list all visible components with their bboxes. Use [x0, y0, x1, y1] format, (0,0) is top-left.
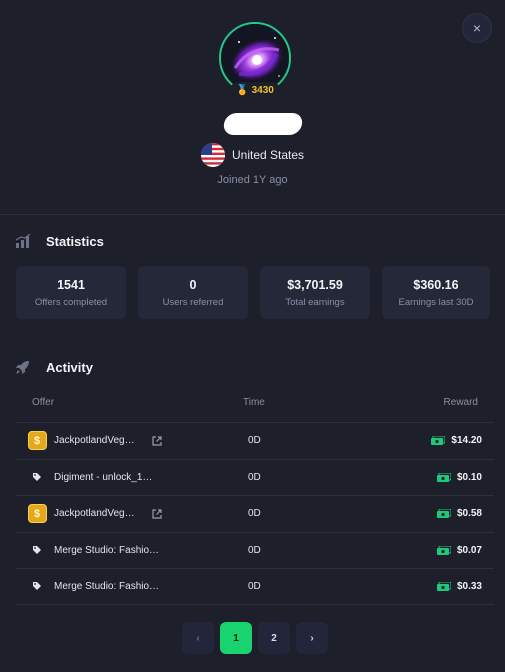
offer-name: Merge Studio: Fashio… — [54, 580, 160, 592]
stat-value: $3,701.59 — [287, 277, 343, 292]
reward-value: $0.10 — [456, 471, 482, 483]
offer-reward: $0.10 — [436, 471, 482, 483]
stats-row: 1541 Offers completed 0 Users referred $… — [16, 266, 490, 319]
offer-reward: $0.58 — [436, 508, 482, 520]
country: United States — [201, 143, 304, 167]
stat-earnings-30d: $360.16 Earnings last 30D — [382, 266, 490, 319]
cash-icon — [436, 472, 451, 482]
activity-title: Activity — [46, 359, 93, 375]
cash-icon — [431, 436, 446, 446]
divider — [0, 214, 505, 215]
coin-icon: $ — [27, 431, 47, 451]
offer-time: 0D — [248, 471, 261, 483]
stat-label: Users referred — [162, 296, 224, 308]
reward-value: $14.20 — [451, 435, 482, 447]
rocket-icon — [14, 359, 32, 375]
level-value: 3430 — [251, 84, 274, 96]
table-row[interactable]: Merge Studio: Fashio… 0D $0.33 — [16, 568, 494, 605]
table-row[interactable]: Digiment - unlock_1… 0D $0.10 — [16, 458, 494, 496]
stat-users-referred: 0 Users referred — [138, 266, 248, 319]
offer-time: 0D — [248, 544, 261, 556]
stat-value: $360.16 — [413, 277, 459, 292]
cash-icon — [436, 509, 451, 519]
offer-name: JackpotlandVeg… — [54, 508, 135, 520]
tag-icon — [27, 467, 47, 487]
username-redacted — [222, 113, 304, 135]
statistics-heading: Statistics — [14, 233, 104, 249]
activity-heading: Activity — [14, 359, 93, 375]
column-time: Time — [243, 397, 265, 408]
stat-value: 1541 — [57, 277, 85, 292]
external-link-icon[interactable] — [152, 509, 162, 519]
next-page-button[interactable]: › — [296, 622, 328, 654]
joined-date: Joined 1Y ago — [217, 174, 288, 186]
tag-icon — [27, 576, 47, 596]
cash-icon — [436, 581, 451, 591]
level-badge: 🏅 3430 — [230, 82, 280, 98]
offer-reward: $0.33 — [436, 580, 482, 592]
medal-icon: 🏅 — [236, 84, 249, 96]
us-flag-icon — [201, 143, 225, 167]
statistics-title: Statistics — [46, 233, 104, 249]
prev-page-button[interactable]: ‹ — [182, 622, 214, 654]
close-button[interactable]: × — [462, 13, 492, 43]
stat-label: Total earnings — [285, 296, 345, 308]
pagination: ‹ 1 2 › — [182, 622, 328, 654]
table-row[interactable]: $ JackpotlandVeg… 0D $14.20 — [16, 422, 494, 459]
table-row[interactable]: Merge Studio: Fashio… 0D $0.07 — [16, 531, 494, 569]
stat-total-earnings: $3,701.59 Total earnings — [260, 266, 370, 319]
table-row[interactable]: $ JackpotlandVeg… 0D $0.58 — [16, 495, 494, 532]
activity-table-header: Offer Time Reward — [16, 397, 494, 417]
external-link-icon[interactable] — [152, 436, 162, 446]
offer-time: 0D — [248, 435, 261, 447]
country-label: United States — [232, 148, 305, 162]
column-reward: Reward — [443, 397, 478, 408]
offer-reward: $14.20 — [431, 435, 482, 446]
reward-value: $0.33 — [456, 580, 482, 592]
coin-icon: $ — [27, 504, 47, 524]
offer-reward: $0.07 — [436, 544, 482, 556]
offer-name: JackpotlandVeg… — [54, 435, 135, 447]
reward-value: $0.58 — [456, 508, 482, 520]
tag-icon — [27, 540, 47, 560]
reward-value: $0.07 — [456, 544, 482, 556]
cash-icon — [436, 545, 451, 555]
offer-name: Digiment - unlock_1… — [54, 471, 153, 483]
page-1-button[interactable]: 1 — [220, 622, 252, 654]
offer-time: 0D — [248, 580, 261, 592]
page-2-button[interactable]: 2 — [258, 622, 290, 654]
offer-time: 0D — [248, 508, 261, 520]
stat-value: 0 — [189, 277, 197, 292]
bar-chart-icon — [14, 233, 32, 249]
stat-label: Earnings last 30D — [398, 296, 474, 308]
stat-offers-completed: 1541 Offers completed — [16, 266, 126, 319]
stat-label: Offers completed — [34, 296, 108, 308]
activity-table: $ JackpotlandVeg… 0D $14.20 Digiment - u… — [16, 422, 494, 605]
column-offer: Offer — [32, 397, 55, 408]
offer-name: Merge Studio: Fashio… — [54, 544, 160, 556]
